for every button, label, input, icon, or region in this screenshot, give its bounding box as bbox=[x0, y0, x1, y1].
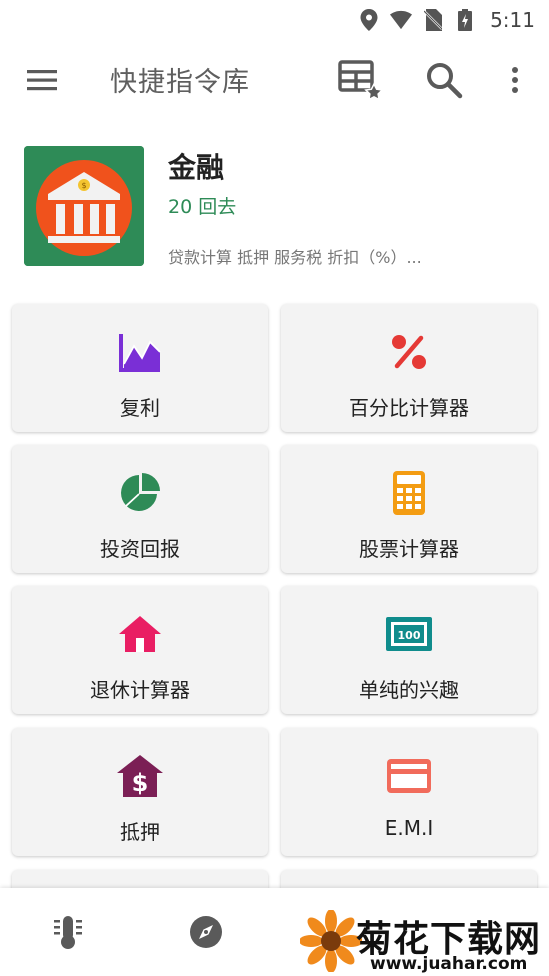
watermark: 菊花下载网 www.juahar.com bbox=[299, 904, 549, 976]
menu-icon[interactable] bbox=[24, 62, 60, 98]
watermark-url: www.juahar.com bbox=[370, 954, 528, 974]
svg-text:$: $ bbox=[81, 181, 86, 190]
tool-card-percentage-calculator[interactable]: 百分比计算器 bbox=[281, 304, 537, 432]
tool-label: 退休计算器 bbox=[90, 678, 190, 702]
credit-card-icon bbox=[385, 752, 433, 800]
home-icon bbox=[116, 610, 164, 658]
tool-label: 抵押 bbox=[120, 820, 160, 844]
search-icon[interactable] bbox=[424, 60, 464, 100]
tool-label: 股票计算器 bbox=[359, 537, 459, 561]
house-dollar-icon: $ bbox=[116, 752, 164, 800]
tool-card-retirement-calculator[interactable]: 退休计算器 bbox=[12, 586, 268, 714]
location-icon bbox=[358, 9, 380, 31]
no-sim-icon bbox=[422, 9, 444, 31]
flower-logo-icon bbox=[299, 909, 363, 973]
more-options-icon[interactable] bbox=[503, 62, 527, 98]
tool-label: 百分比计算器 bbox=[349, 396, 469, 420]
tool-label: 复利 bbox=[120, 396, 160, 420]
tool-card-mortgage[interactable]: $ 抵押 bbox=[12, 728, 268, 856]
wifi-icon bbox=[390, 9, 413, 31]
percent-icon bbox=[385, 328, 433, 376]
category-title: 金融 bbox=[168, 151, 225, 184]
tool-card-investment-return[interactable]: 投资回报 bbox=[12, 445, 268, 573]
status-bar: 5:11 bbox=[0, 0, 549, 40]
tool-card-emi[interactable]: E.M.I bbox=[281, 728, 537, 856]
app-bar: 快捷指令库 bbox=[0, 40, 549, 118]
tool-label: E.M.I bbox=[384, 816, 434, 840]
category-count: 20 回去 bbox=[168, 196, 237, 218]
app-title: 快捷指令库 bbox=[110, 67, 250, 98]
tool-card-compound-interest[interactable]: 复利 bbox=[12, 304, 268, 432]
pie-chart-icon bbox=[116, 469, 164, 517]
category-description: 贷款计算 抵押 服务税 折扣（%）... bbox=[168, 248, 422, 267]
svg-text:$: $ bbox=[132, 769, 149, 797]
cash-icon: 100 bbox=[385, 610, 433, 658]
thermometer-icon[interactable] bbox=[48, 912, 88, 952]
category-header: $ 金融 20 回去 贷款计算 抵押 服务税 折扣（%）... bbox=[0, 130, 549, 280]
tool-card-stock-calculator[interactable]: 股票计算器 bbox=[281, 445, 537, 573]
tool-label: 单纯的兴趣 bbox=[359, 678, 459, 702]
bank-icon: $ bbox=[24, 146, 144, 266]
chart-line-icon bbox=[116, 328, 164, 376]
calculator-icon bbox=[385, 469, 433, 517]
tool-card-simple-interest[interactable]: 100 单纯的兴趣 bbox=[281, 586, 537, 714]
svg-text:100: 100 bbox=[398, 629, 421, 642]
tool-label: 投资回报 bbox=[100, 537, 180, 561]
battery-charging-icon bbox=[454, 9, 476, 31]
favorites-grid-icon[interactable] bbox=[336, 58, 384, 102]
status-time: 5:11 bbox=[490, 8, 535, 32]
compass-icon[interactable] bbox=[186, 912, 226, 952]
